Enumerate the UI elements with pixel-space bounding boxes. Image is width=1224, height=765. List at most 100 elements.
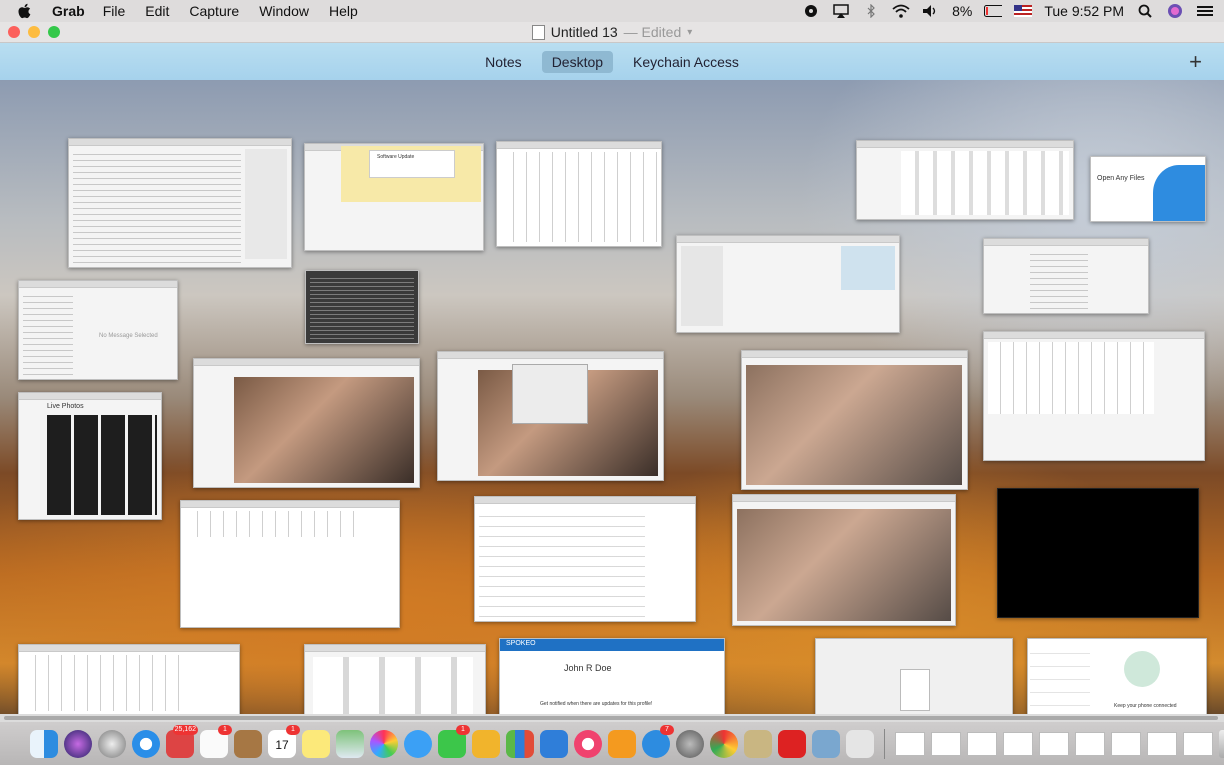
- chevron-down-icon: ▾: [687, 26, 693, 38]
- scrollbar-thumb[interactable]: [4, 716, 1218, 720]
- system-preferences-icon[interactable]: [676, 729, 704, 758]
- apple-menu-icon[interactable]: [14, 0, 36, 22]
- trash-icon[interactable]: [1219, 729, 1224, 758]
- menu-clock[interactable]: Tue 9:52 PM: [1044, 3, 1124, 19]
- menu-capture[interactable]: Capture: [189, 3, 239, 19]
- app-name[interactable]: Grab: [52, 3, 85, 19]
- tab-notes[interactable]: Notes: [475, 51, 532, 73]
- whatsapp-thumbnail: Keep your phone connected: [1027, 638, 1207, 714]
- notebook-icon[interactable]: [234, 729, 262, 758]
- menu-window[interactable]: Window: [259, 3, 309, 19]
- reminders-icon[interactable]: 1: [200, 724, 232, 758]
- window-title-group[interactable]: Untitled 13 — Edited ▾: [531, 24, 693, 40]
- keychain-icon[interactable]: [744, 729, 772, 758]
- maps-icon[interactable]: [336, 729, 364, 758]
- tab-desktop[interactable]: Desktop: [541, 50, 614, 73]
- desktop-screenshot: Software Update Open Any Files No Messag…: [0, 80, 1224, 714]
- menu-file[interactable]: File: [103, 3, 126, 19]
- battery-percent[interactable]: 8%: [952, 3, 972, 19]
- terminal-thumbnail: [305, 270, 419, 344]
- dock: 25,162 1 17 1 1 7: [0, 722, 1224, 765]
- notes-icon[interactable]: [302, 729, 330, 758]
- messages-map-thumbnail: [676, 235, 900, 333]
- preview-thumbnail: [304, 644, 486, 714]
- gear-status-icon[interactable]: [802, 3, 820, 19]
- horizontal-scrollbar[interactable]: [0, 714, 1224, 722]
- safari-icon[interactable]: [132, 729, 160, 758]
- battery-icon[interactable]: [984, 3, 1003, 19]
- tab-keychain-access[interactable]: Keychain Access: [623, 51, 749, 73]
- messages-window-thumbnail: [68, 138, 292, 268]
- calendar-thumbnail: [496, 141, 662, 247]
- minimized-window-7[interactable]: [1147, 731, 1177, 756]
- software-update-thumbnail: Software Update: [304, 143, 484, 251]
- spotlight-search-icon[interactable]: [1136, 3, 1154, 19]
- photo-grid-thumbnail-2: [732, 494, 956, 626]
- messages-icon[interactable]: [404, 729, 432, 758]
- us-flag-icon[interactable]: [1014, 3, 1033, 19]
- acrobat-icon[interactable]: [778, 729, 806, 758]
- window-controls: [8, 26, 60, 38]
- numbers-icon[interactable]: [506, 729, 534, 758]
- itunes-icon[interactable]: [574, 729, 602, 758]
- launchpad-icon[interactable]: [98, 729, 126, 758]
- blank-document-thumbnail: [815, 638, 1013, 714]
- pages-icon[interactable]: [472, 729, 500, 758]
- title-bar[interactable]: Untitled 13 — Edited ▾: [0, 22, 1224, 43]
- facetime-icon[interactable]: 1: [438, 724, 470, 758]
- notification-center-icon[interactable]: [1196, 3, 1214, 19]
- no-message-label: No Message Selected: [99, 333, 158, 339]
- doc-stack-icon[interactable]: [895, 731, 925, 756]
- airplay-icon[interactable]: [832, 3, 850, 19]
- add-tab-button[interactable]: +: [1189, 49, 1202, 75]
- close-button[interactable]: [8, 26, 20, 38]
- spreadsheet-thumbnail-2: [18, 644, 240, 714]
- menu-bar: Grab File Edit Capture Window Help 8% Tu…: [0, 0, 1224, 22]
- live-photos-label: Live Photos: [47, 403, 84, 410]
- finder-thumbnail: [856, 140, 1074, 220]
- siri-dock-icon[interactable]: [64, 729, 92, 758]
- profile-notice: Get notified when there are updates for …: [540, 701, 653, 707]
- status-area: 8% Tue 9:52 PM: [802, 0, 1214, 22]
- app-store-badge: 7: [660, 724, 674, 735]
- spokeo-thumbnail: SPOKEO John R Doe Get notified when ther…: [499, 638, 725, 714]
- app-store-icon[interactable]: 7: [642, 724, 674, 758]
- minimized-window-2[interactable]: [967, 731, 997, 756]
- ibooks-icon[interactable]: [608, 729, 636, 758]
- minimized-window-4[interactable]: [1039, 731, 1069, 756]
- calendar-icon[interactable]: 17 1: [268, 724, 300, 758]
- menu-edit[interactable]: Edit: [145, 3, 169, 19]
- photos-icon[interactable]: [370, 729, 398, 758]
- minimized-window-6[interactable]: [1111, 731, 1141, 756]
- edited-status: — Edited: [623, 24, 682, 40]
- software-update-label: Software Update: [377, 154, 415, 160]
- keep-phone-connected-label: Keep your phone connected: [1114, 703, 1177, 709]
- volume-icon[interactable]: [922, 3, 940, 19]
- minimized-window-1[interactable]: [931, 731, 961, 756]
- photo-grid-thumbnail: [741, 350, 968, 490]
- textedit-thumbnail: [474, 496, 696, 622]
- minimized-window-8[interactable]: [1183, 731, 1213, 756]
- menu-help[interactable]: Help: [329, 3, 358, 19]
- minimized-window-3[interactable]: [1003, 731, 1033, 756]
- facetime-badge: 1: [456, 724, 470, 735]
- keynote-icon[interactable]: [540, 729, 568, 758]
- tab-bar: Notes Desktop Keychain Access +: [0, 43, 1224, 80]
- wifi-icon[interactable]: [892, 3, 910, 19]
- open-files-label: Open Any Files: [1097, 175, 1145, 182]
- profile-name: John R Doe: [564, 663, 612, 673]
- window-title: Untitled 13: [550, 24, 618, 40]
- minimize-button[interactable]: [28, 26, 40, 38]
- grab-icon[interactable]: [846, 729, 874, 758]
- minimized-window-5[interactable]: [1075, 731, 1105, 756]
- document-icon: [531, 24, 545, 40]
- photos-badge-app-icon[interactable]: 25,162: [166, 724, 198, 758]
- numbers-thumbnail: [180, 500, 400, 628]
- siri-icon[interactable]: [1166, 3, 1184, 19]
- bluetooth-icon[interactable]: [862, 3, 880, 19]
- preview-icon[interactable]: [812, 729, 840, 758]
- chrome-icon[interactable]: [710, 729, 738, 758]
- zoom-button[interactable]: [48, 26, 60, 38]
- finder-icon[interactable]: [30, 729, 58, 758]
- calendar-badge: 1: [286, 724, 300, 735]
